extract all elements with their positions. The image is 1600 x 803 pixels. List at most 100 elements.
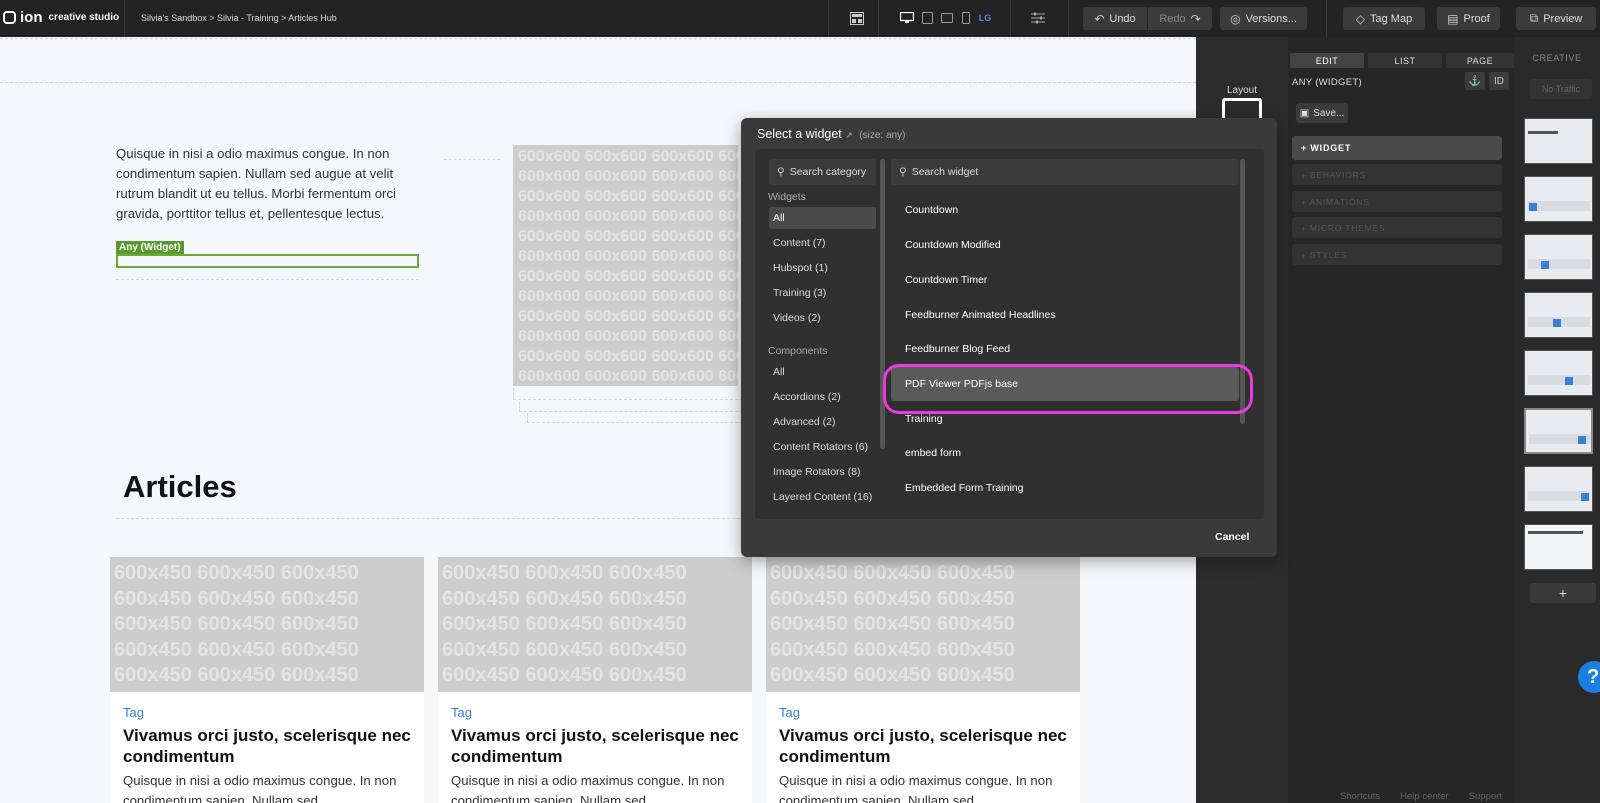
articles-heading[interactable]: Articles [123, 469, 237, 505]
creative-thumbnail[interactable] [1524, 350, 1593, 396]
size-note: (size: any) [859, 130, 906, 141]
sliders-icon[interactable] [1030, 10, 1046, 26]
redo-button[interactable]: Redo ↷ [1148, 7, 1212, 30]
breadcrumb[interactable]: Silvia's Sandbox > Silvia - Training > A… [141, 13, 337, 23]
placeholder-text-row: 600x600 600x600 600x600 600x600 [518, 368, 738, 385]
section-behaviors[interactable]: + BEHAVIORS [1292, 164, 1502, 185]
mobile-icon[interactable] [960, 10, 972, 26]
id-button[interactable]: ID [1489, 72, 1509, 90]
category-item[interactable]: Image Rotators (8) [769, 461, 876, 483]
category-item[interactable]: Advanced (2) [769, 411, 876, 433]
category-item[interactable]: All [769, 361, 876, 383]
search-widget-input[interactable]: ⚲ Search widget [891, 159, 1238, 185]
creative-thumbnail[interactable] [1524, 292, 1593, 338]
help-center-link[interactable]: Help center [1400, 791, 1449, 802]
placeholder-text-row: 600x450 600x450 600x450 [114, 562, 359, 584]
support-link[interactable]: Support [1469, 791, 1502, 802]
divider [1326, 0, 1327, 37]
card-tag[interactable]: Tag [779, 705, 800, 720]
versions-button[interactable]: ◎ Versions... [1220, 7, 1307, 30]
external-link-icon[interactable]: ↗ [845, 130, 853, 140]
section-styles[interactable]: + STYLES [1292, 244, 1502, 265]
thumb-heading [1528, 131, 1558, 134]
save-icon: ▣ [1299, 107, 1310, 119]
card-title[interactable]: Vivamus orci justo, scelerisque nec cond… [779, 725, 1079, 767]
widget-item[interactable]: Feedburner Blog Feed [899, 335, 1239, 363]
widget-item[interactable]: Countdown Modified [899, 231, 1239, 259]
placeholder-text-row: 600x450 600x450 600x450 [114, 587, 359, 610]
tab-page[interactable]: PAGE [1446, 53, 1514, 68]
cancel-button[interactable]: Cancel [1215, 531, 1249, 543]
modal-title-text: Select a widget [757, 127, 842, 141]
card-tag[interactable]: Tag [123, 705, 144, 720]
device-size-label[interactable]: LG [978, 10, 992, 26]
body-paragraph[interactable]: Quisque in nisi a odio maximus congue. I… [116, 144, 421, 224]
card-title[interactable]: Vivamus orci justo, scelerisque nec cond… [123, 725, 423, 767]
save-button[interactable]: ▣ Save... [1296, 103, 1348, 123]
placeholder-text-row: 600x600 600x600 600x600 600x600 [518, 308, 738, 325]
placeholder-text-row: 600x450 600x450 600x450 [442, 638, 687, 661]
no-traffic-button[interactable]: No Traffic [1530, 79, 1592, 99]
placeholder-text-row: 600x450 600x450 600x450 [114, 664, 359, 686]
image-placeholder-600[interactable]: 600x600 600x600 600x600 600x600 600x600 6… [513, 145, 738, 386]
article-card[interactable]: 600x450 600x450 600x450 600x450 600x450 6… [438, 557, 752, 803]
tab-edit[interactable]: EDIT [1290, 53, 1364, 68]
section-widget[interactable]: + WIDGET [1292, 136, 1502, 160]
widget-item[interactable]: Countdown Timer [899, 266, 1239, 294]
category-item[interactable]: All [769, 207, 876, 229]
placeholder-text-row: 600x600 600x600 600x600 600x600 [518, 228, 738, 245]
category-item[interactable]: Layered Content (16) [769, 486, 876, 508]
tag-map-label: Tag Map [1370, 12, 1413, 25]
creative-thumbnail[interactable] [1524, 176, 1593, 222]
creative-thumbnail[interactable] [1524, 234, 1593, 280]
save-label: Save... [1313, 107, 1345, 119]
article-card[interactable]: 600x450 600x450 600x450 600x450 600x450 6… [110, 557, 424, 803]
proof-label: Proof [1463, 12, 1490, 25]
card-title[interactable]: Vivamus orci justo, scelerisque nec cond… [451, 725, 751, 767]
any-widget-dropzone[interactable] [116, 254, 419, 268]
section-animations[interactable]: + ANIMATIONS [1292, 191, 1502, 212]
widget-item[interactable]: Embedded Form Training [899, 474, 1239, 502]
widget-item[interactable]: Feedburner Animated Headlines [899, 301, 1239, 329]
add-creative-button[interactable]: + [1530, 583, 1596, 603]
tag-map-button[interactable]: ◇ Tag Map [1343, 7, 1425, 30]
creative-thumbnail[interactable] [1524, 118, 1593, 164]
creative-thumbnail[interactable] [1524, 466, 1593, 512]
preview-icon: ⧉ [1529, 11, 1539, 25]
thumb-strip [1528, 375, 1590, 385]
category-item[interactable]: Accordions (2) [769, 386, 876, 408]
article-card[interactable]: 600x450 600x450 600x450 600x450 600x450 6… [766, 557, 1080, 803]
ion-logo[interactable]: ion creative studio [3, 9, 119, 26]
tag-icon: ◇ [1355, 11, 1366, 26]
card-tag[interactable]: Tag [451, 705, 472, 720]
preview-button[interactable]: ⧉ Preview [1516, 7, 1596, 30]
laptop-icon[interactable] [920, 10, 934, 26]
tablet-icon[interactable] [940, 10, 954, 26]
category-item[interactable]: Videos (2) [769, 307, 876, 329]
layout-icon[interactable] [1222, 98, 1262, 118]
undo-button[interactable]: ↶ Undo [1083, 7, 1147, 30]
redo-icon: ↷ [1190, 11, 1201, 26]
any-widget-tag[interactable]: Any (Widget) [116, 241, 184, 255]
placeholder-text-row: 600x600 600x600 600x600 600x600 [518, 208, 738, 225]
creative-thumbnail-active[interactable] [1524, 408, 1593, 454]
proof-button[interactable]: ▤ Proof [1437, 7, 1500, 30]
category-item[interactable]: Hubspot (1) [769, 257, 876, 279]
placeholder-text-row: 600x450 600x450 600x450 [770, 638, 1015, 661]
category-item[interactable]: Content (7) [769, 232, 876, 254]
search-category-input[interactable]: ⚲ Search category [769, 159, 876, 185]
category-item[interactable]: Training (3) [769, 282, 876, 304]
widget-item[interactable]: embed form [899, 439, 1239, 467]
undo-label: Undo [1109, 12, 1136, 25]
layout-label: Layout [1227, 85, 1258, 96]
section-micro-themes[interactable]: + MICRO THEMES [1292, 217, 1502, 238]
thumb-strip [1528, 201, 1590, 211]
anchor-icon[interactable]: ⚓ [1465, 72, 1485, 90]
creative-thumbnail[interactable] [1524, 524, 1593, 570]
layout-toggle-icon[interactable] [848, 10, 866, 26]
widget-item[interactable]: Countdown [899, 196, 1239, 224]
shortcuts-link[interactable]: Shortcuts [1340, 791, 1380, 802]
desktop-icon[interactable] [899, 10, 915, 26]
tab-list[interactable]: LIST [1368, 53, 1442, 68]
category-item[interactable]: Content Rotators (6) [769, 436, 876, 458]
